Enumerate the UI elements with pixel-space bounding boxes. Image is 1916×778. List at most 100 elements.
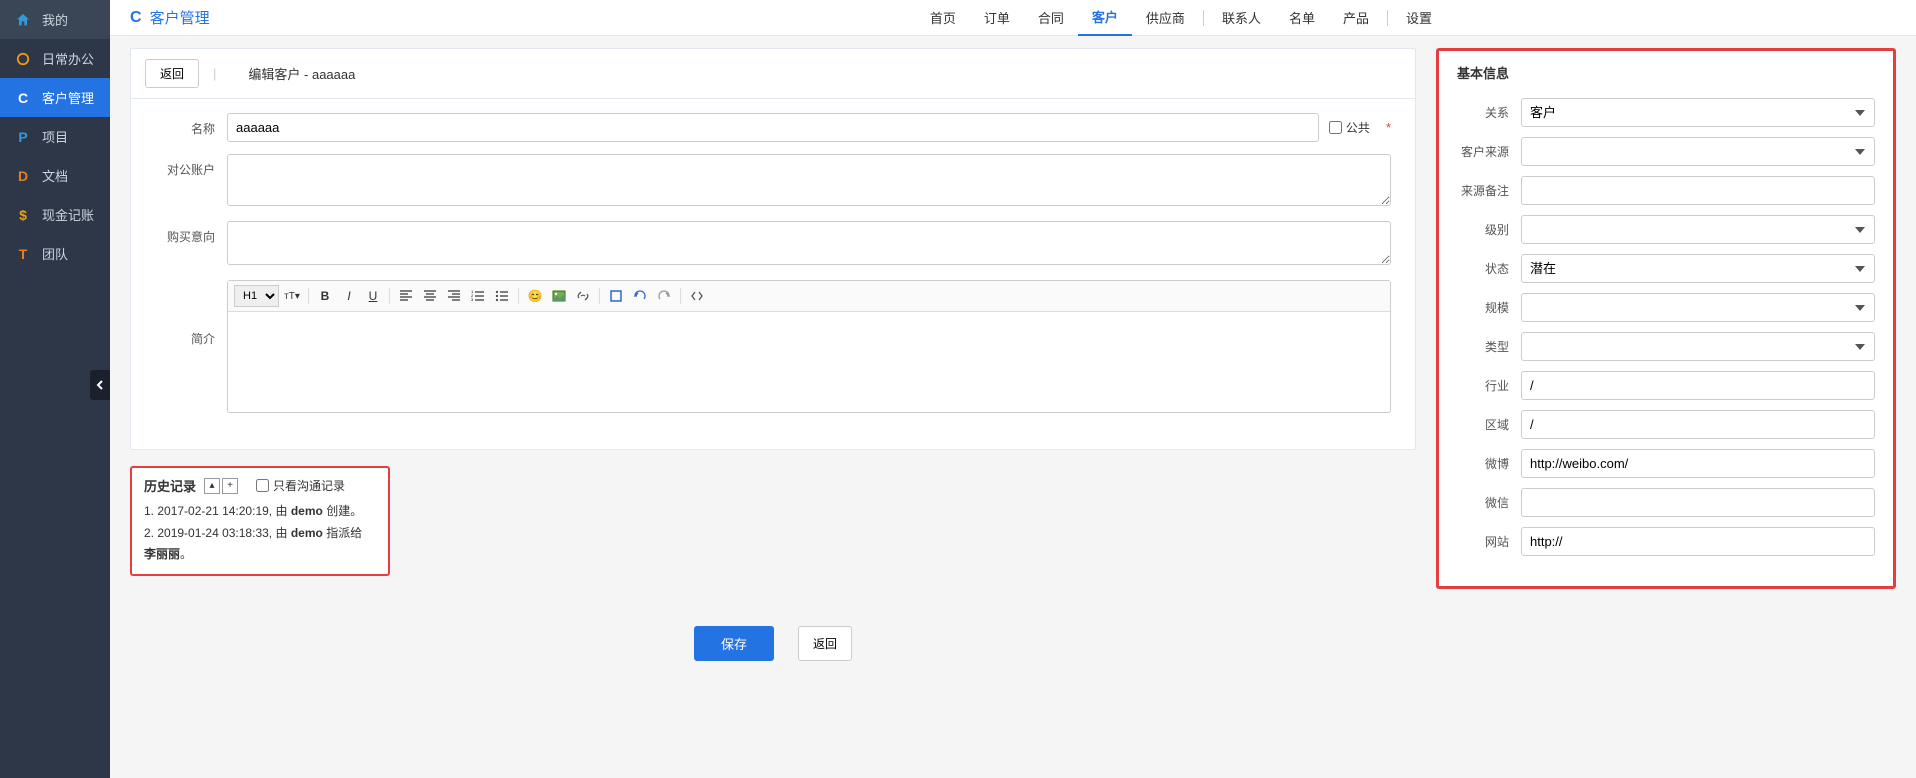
sidebar-item-label: 团队 [42, 244, 68, 263]
row-region: 区域 [1457, 410, 1875, 439]
status-select[interactable]: 潜在 [1521, 254, 1875, 283]
type-select[interactable] [1521, 332, 1875, 361]
basic-info-panel: 基本信息 关系 客户 客户来源 来源备注 级别 [1436, 48, 1896, 589]
form-body: 名称 公共 * 对公账户 [131, 99, 1415, 449]
divider [599, 288, 600, 304]
tab-contract[interactable]: 合同 [1024, 0, 1078, 36]
rte-body[interactable] [228, 312, 1390, 412]
tab-order[interactable]: 订单 [970, 0, 1024, 36]
letter-d-icon: D [14, 167, 32, 185]
rte-align-center-icon[interactable] [419, 285, 441, 307]
rte-unordered-list-icon[interactable] [491, 285, 513, 307]
relation-select[interactable]: 客户 [1521, 98, 1875, 127]
website-input[interactable] [1521, 527, 1875, 556]
intent-textarea[interactable] [227, 221, 1391, 265]
rte-heading-select[interactable]: H1 [234, 285, 279, 307]
weibo-label: 微博 [1457, 455, 1521, 472]
history-user: demo [291, 526, 323, 540]
weibo-input[interactable] [1521, 449, 1875, 478]
rte-bold-icon[interactable]: B [314, 285, 336, 307]
sidebar-item-team[interactable]: T 团队 [0, 234, 110, 273]
rte-undo-icon[interactable] [629, 285, 651, 307]
industry-input[interactable] [1521, 371, 1875, 400]
name-input[interactable] [227, 113, 1319, 142]
page-title: C 客户管理 [130, 7, 210, 28]
history-by: 由 [275, 526, 287, 540]
sidebar-item-cash[interactable]: $ 现金记账 [0, 195, 110, 234]
sidebar-item-customer[interactable]: C 客户管理 [0, 78, 110, 117]
public-checkbox[interactable] [1329, 121, 1342, 134]
divider [680, 288, 681, 304]
basic-info-title: 基本信息 [1457, 63, 1875, 82]
row-type: 类型 [1457, 332, 1875, 361]
panel-header: 返回 | 编辑客户 - aaaaaa [131, 49, 1415, 99]
tab-product[interactable]: 产品 [1329, 0, 1383, 36]
back-button[interactable]: 返回 [798, 626, 852, 661]
rte-ordered-list-icon[interactable]: 123 [467, 285, 489, 307]
tab-home[interactable]: 首页 [916, 0, 970, 36]
required-mark: * [1386, 120, 1391, 135]
level-select[interactable] [1521, 215, 1875, 244]
type-label: 类型 [1457, 338, 1521, 355]
tab-customer[interactable]: 客户 [1078, 0, 1132, 36]
form-row-intent: 购买意向 [155, 221, 1391, 268]
rte-align-right-icon[interactable] [443, 285, 465, 307]
wechat-label: 微信 [1457, 494, 1521, 511]
website-label: 网站 [1457, 533, 1521, 550]
tab-supplier[interactable]: 供应商 [1132, 0, 1199, 36]
public-checkbox-label[interactable]: 公共 [1329, 119, 1370, 136]
back-button[interactable]: 返回 [145, 59, 199, 88]
source-select[interactable] [1521, 137, 1875, 166]
intent-label: 购买意向 [155, 221, 227, 245]
relation-label: 关系 [1457, 104, 1521, 121]
sidebar-item-daily[interactable]: 日常办公 [0, 39, 110, 78]
save-button[interactable]: 保存 [694, 626, 774, 661]
rte-underline-icon[interactable]: U [362, 285, 384, 307]
account-textarea[interactable] [227, 154, 1391, 206]
intro-label: 简介 [155, 280, 227, 347]
tab-list[interactable]: 名单 [1275, 0, 1329, 36]
form-actions: 保存 返回 [130, 626, 1416, 661]
rte-redo-icon[interactable] [653, 285, 675, 307]
letter-c-icon: C [14, 89, 32, 107]
home-icon [14, 11, 32, 29]
sidebar-item-doc[interactable]: D 文档 [0, 156, 110, 195]
region-input[interactable] [1521, 410, 1875, 439]
sidebar-item-label: 我的 [42, 10, 68, 29]
tab-contact[interactable]: 联系人 [1208, 0, 1275, 36]
rte-toolbar: H1 ᴛT▾ B I U [228, 281, 1390, 312]
row-weibo: 微博 [1457, 449, 1875, 478]
history-filter[interactable]: 只看沟通记录 [256, 477, 345, 494]
row-scale: 规模 [1457, 293, 1875, 322]
main: 返回 | 编辑客户 - aaaaaa 名称 公共 * [110, 36, 1916, 673]
history-item: 2. 2019-01-24 03:18:33, 由 demo 指派给 李丽丽。 [144, 523, 376, 566]
row-industry: 行业 [1457, 371, 1875, 400]
row-wechat: 微信 [1457, 488, 1875, 517]
sidebar-item-label: 文档 [42, 166, 68, 185]
sidebar-item-mine[interactable]: 我的 [0, 0, 110, 39]
source-note-input[interactable] [1521, 176, 1875, 205]
history-collapse-icon[interactable]: ▴ [204, 478, 220, 494]
form-row-intro: 简介 H1 ᴛT▾ B I U [155, 280, 1391, 413]
history-add-icon[interactable]: + [222, 478, 238, 494]
rte-align-left-icon[interactable] [395, 285, 417, 307]
rte-image-icon[interactable] [548, 285, 570, 307]
scale-select[interactable] [1521, 293, 1875, 322]
rte-link-icon[interactable] [572, 285, 594, 307]
rte-italic-icon[interactable]: I [338, 285, 360, 307]
level-label: 级别 [1457, 221, 1521, 238]
rte-fullscreen-icon[interactable] [605, 285, 627, 307]
wechat-input[interactable] [1521, 488, 1875, 517]
sidebar-item-project[interactable]: P 项目 [0, 117, 110, 156]
left-column: 返回 | 编辑客户 - aaaaaa 名称 公共 * [130, 48, 1416, 661]
letter-p-icon: P [14, 128, 32, 146]
industry-label: 行业 [1457, 377, 1521, 394]
rte-emoji-icon[interactable]: 😊 [524, 285, 546, 307]
history-action-post: 。 [180, 547, 192, 561]
history-filter-checkbox[interactable] [256, 479, 269, 492]
rte-fontsize-icon[interactable]: ᴛT▾ [281, 285, 303, 307]
rte-source-icon[interactable] [686, 285, 708, 307]
form-row-name: 名称 公共 * [155, 113, 1391, 142]
tab-settings[interactable]: 设置 [1392, 0, 1446, 36]
sidebar-collapse-toggle[interactable] [90, 370, 110, 400]
